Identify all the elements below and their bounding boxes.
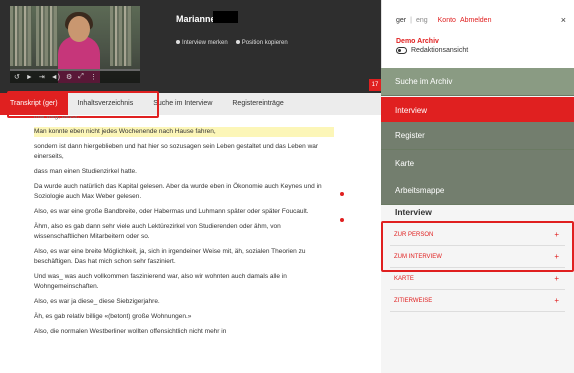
fullscreen-icon[interactable]: ⤢	[78, 73, 84, 81]
annotation-marker[interactable]	[340, 192, 344, 196]
more-icon[interactable]: ⋮	[90, 73, 97, 81]
language-switch: ger | eng Konto Abmelden	[396, 17, 492, 24]
nav-interview[interactable]: Interview	[381, 97, 574, 125]
transcript-segment[interactable]: Also, die normalen Westberliner wollten …	[34, 327, 334, 337]
edit-view-toggle[interactable]: Redaktionsansicht	[396, 47, 468, 54]
transcript-segment[interactable]: Ähm, also es gab dann sehr viele auch Le…	[34, 222, 334, 242]
lang-eng-link[interactable]: eng	[416, 17, 428, 24]
toggle-icon	[396, 47, 407, 54]
player-controls: ↺ ► ⇥ ◄) ⚙ ⤢ ⋮	[10, 71, 140, 83]
transcript-segment[interactable]: dass man einen Studienzirkel hatte.	[34, 167, 334, 177]
settings-icon[interactable]: ⚙	[66, 73, 72, 81]
transcript-segment[interactable]: Äh, es gab relativ billige «(betont) gro…	[34, 312, 334, 322]
interviewee-name: Marianne	[176, 14, 216, 24]
copy-icon	[235, 40, 240, 45]
tab-registry-entries[interactable]: Registereinträge	[222, 93, 293, 115]
play-icon[interactable]: ►	[26, 74, 33, 81]
transcript-segment[interactable]: Und was_ was auch vollkommen faszinieren…	[34, 272, 334, 292]
skip-icon[interactable]: ⇥	[39, 73, 45, 81]
transcript-text: mal weg, bevor. Man konnte eben nicht jed…	[34, 116, 334, 373]
nav-search-archive[interactable]: Suche im Archiv	[381, 68, 574, 96]
accordion-citation[interactable]: ZITIERWEISE +	[390, 290, 565, 312]
sidebar-header: ger | eng Konto Abmelden × Demo Archiv R…	[381, 0, 574, 68]
section-heading: Interview	[395, 207, 432, 217]
sidebar: ger | eng Konto Abmelden × Demo Archiv R…	[381, 0, 574, 373]
video-header: ↺ ► ⇥ ◄) ⚙ ⤢ ⋮ Marianne Interview merken…	[0, 0, 381, 93]
nav-map[interactable]: Karte	[381, 150, 574, 178]
transcript-segment[interactable]: sondern ist dann hiergeblieben und hat h…	[34, 142, 334, 162]
logout-link[interactable]: Abmelden	[460, 17, 492, 24]
transcript-segment[interactable]: Also, es war eine große Bandbreite, oder…	[34, 207, 334, 217]
tabs-highlight-box	[7, 91, 159, 118]
transcript-segment[interactable]: Man konnte eben nicht jedes Wochenende n…	[34, 127, 334, 137]
bookmark-icon	[176, 40, 180, 45]
lang-ger-link[interactable]: ger	[396, 17, 406, 24]
annotation-marker[interactable]	[340, 218, 344, 222]
transcript-segment[interactable]: Da wurde auch natürlich das Kapital gele…	[34, 182, 334, 202]
name-redaction	[213, 11, 238, 23]
transcript-segment[interactable]: mal weg, bevor.	[34, 116, 334, 122]
nav-workbook[interactable]: Arbeitsmappe	[381, 177, 574, 205]
copy-position-link[interactable]: Position kopieren	[235, 40, 288, 46]
rewind-icon[interactable]: ↺	[14, 73, 20, 81]
archive-name[interactable]: Demo Archiv	[396, 38, 439, 45]
bookmark-link[interactable]: Interview merken	[176, 40, 228, 46]
main-panel: ↺ ► ⇥ ◄) ⚙ ⤢ ⋮ Marianne Interview merken…	[0, 0, 381, 373]
account-link[interactable]: Konto	[438, 17, 456, 24]
transcript-segment[interactable]: Also, es war eine breite Möglichkeit, ja…	[34, 247, 334, 267]
plus-icon: +	[554, 296, 559, 305]
volume-icon[interactable]: ◄)	[51, 74, 60, 81]
nav-register[interactable]: Register	[381, 122, 574, 150]
video-player[interactable]: ↺ ► ⇥ ◄) ⚙ ⤢ ⋮	[10, 6, 140, 83]
close-icon[interactable]: ×	[561, 15, 566, 25]
transcript-segment[interactable]: Also, es war ja diese_ diese Siebzigerja…	[34, 297, 334, 307]
header-links: Interview merken Position kopieren	[176, 40, 288, 46]
accordion-highlight-box	[381, 221, 574, 272]
sidebar-toggle-button[interactable]: 17	[369, 79, 381, 91]
